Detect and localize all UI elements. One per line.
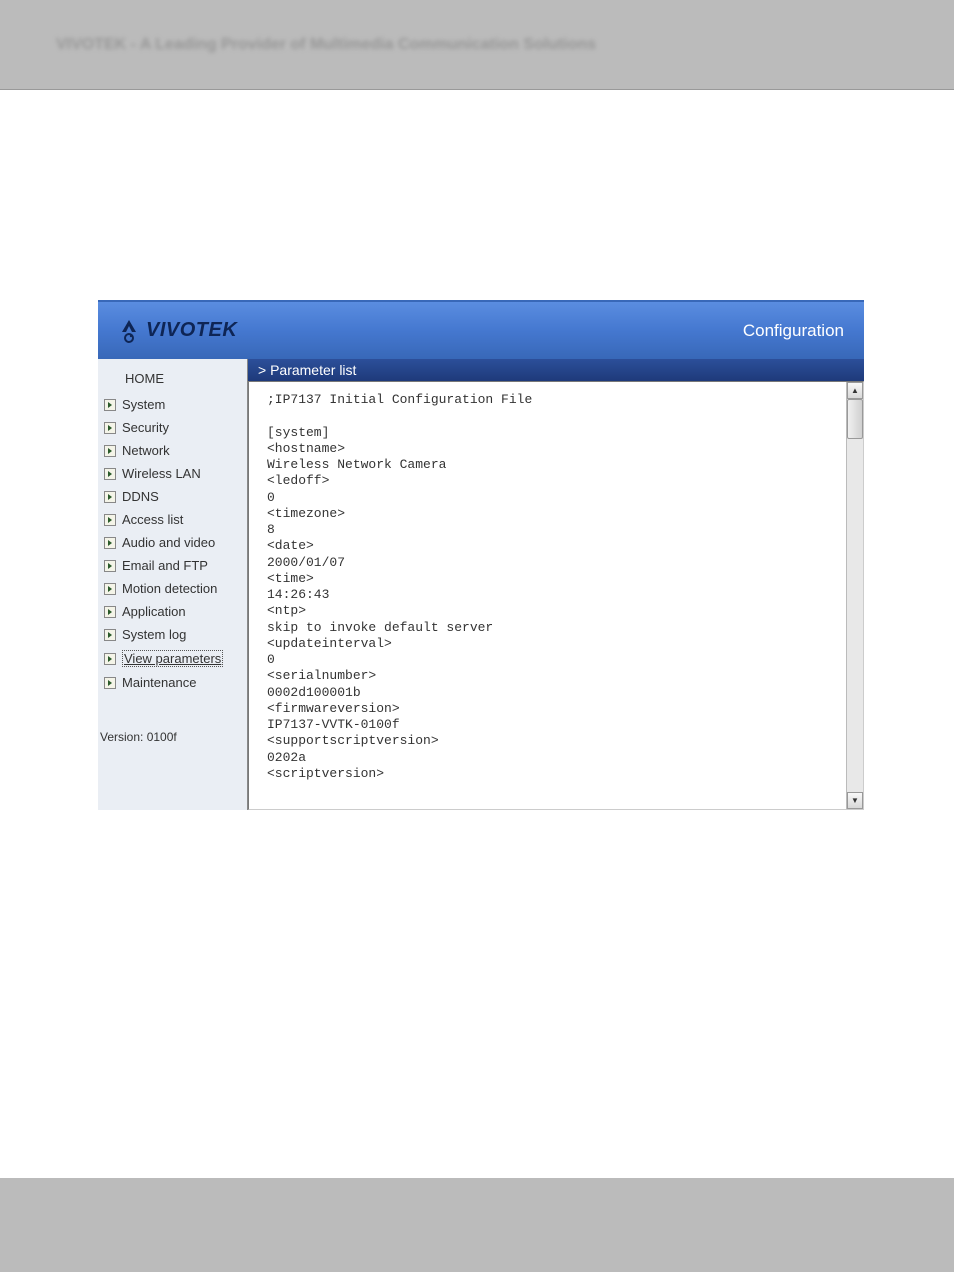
sidebar-item-label: Motion detection — [122, 581, 217, 596]
arrow-bullet-icon — [104, 606, 116, 618]
arrow-bullet-icon — [104, 468, 116, 480]
sidebar-item-label: Application — [122, 604, 186, 619]
arrow-bullet-icon — [104, 677, 116, 689]
vertical-scrollbar[interactable]: ▲ ▼ — [846, 382, 863, 809]
sidebar-item-system[interactable]: System — [98, 393, 247, 416]
sidebar-item-view-parameters[interactable]: View parameters — [98, 646, 247, 671]
arrow-bullet-icon — [104, 422, 116, 434]
version-label: Version: 0100f — [98, 722, 247, 752]
logo-area: VIVOTEK — [116, 318, 237, 344]
arrow-bullet-icon — [104, 445, 116, 457]
sidebar-item-label: View parameters — [122, 650, 223, 667]
body-area: HOME System Security Network Wireless LAN DD… — [98, 359, 864, 810]
arrow-bullet-icon — [104, 653, 116, 665]
sidebar-item-wireless-lan[interactable]: Wireless LAN — [98, 462, 247, 485]
sidebar-item-maintenance[interactable]: Maintenance — [98, 671, 247, 694]
sidebar-item-ddns[interactable]: DDNS — [98, 485, 247, 508]
page-header-band: VIVOTEK - A Leading Provider of Multimed… — [0, 0, 954, 90]
sidebar-item-label: Wireless LAN — [122, 466, 201, 481]
logo-text: VIVOTEK — [146, 319, 237, 342]
sidebar-item-motion-detection[interactable]: Motion detection — [98, 577, 247, 600]
sidebar-item-label: System — [122, 397, 165, 412]
sidebar-item-access-list[interactable]: Access list — [98, 508, 247, 531]
sidebar-item-label: Maintenance — [122, 675, 196, 690]
scroll-up-button[interactable]: ▲ — [847, 382, 863, 399]
sidebar-item-application[interactable]: Application — [98, 600, 247, 623]
sidebar-item-security[interactable]: Security — [98, 416, 247, 439]
arrow-bullet-icon — [104, 491, 116, 503]
sidebar-item-label: Access list — [122, 512, 183, 527]
page-footer-band — [0, 1178, 954, 1272]
page-header-text: VIVOTEK - A Leading Provider of Multimed… — [56, 36, 596, 54]
sidebar-item-label: Network — [122, 443, 170, 458]
content-area: > Parameter list ;IP7137 Initial Configu… — [248, 359, 864, 810]
sidebar-item-system-log[interactable]: System log — [98, 623, 247, 646]
sidebar-item-label: Security — [122, 420, 169, 435]
arrow-bullet-icon — [104, 629, 116, 641]
arrow-bullet-icon — [104, 560, 116, 572]
sidebar-item-label: Audio and video — [122, 535, 215, 550]
content-header: > Parameter list — [248, 359, 864, 381]
scroll-thumb[interactable] — [847, 399, 863, 439]
sidebar: HOME System Security Network Wireless LAN DD… — [98, 359, 248, 810]
arrow-bullet-icon — [104, 537, 116, 549]
sidebar-item-email-and-ftp[interactable]: Email and FTP — [98, 554, 247, 577]
sidebar-home-link[interactable]: HOME — [98, 364, 247, 393]
arrow-bullet-icon — [104, 514, 116, 526]
scroll-track[interactable] — [847, 399, 863, 792]
arrow-bullet-icon — [104, 583, 116, 595]
main-content-area: VIVOTEK Configuration HOME System Securit… — [0, 90, 954, 810]
scroll-down-button[interactable]: ▼ — [847, 792, 863, 809]
sidebar-item-network[interactable]: Network — [98, 439, 247, 462]
sidebar-item-label: System log — [122, 627, 186, 642]
app-banner: VIVOTEK Configuration — [98, 302, 864, 359]
sidebar-item-label: DDNS — [122, 489, 159, 504]
parameter-list-body: ;IP7137 Initial Configuration File [syst… — [248, 381, 864, 810]
sidebar-item-label: Email and FTP — [122, 558, 208, 573]
arrow-bullet-icon — [104, 399, 116, 411]
parameter-text: ;IP7137 Initial Configuration File [syst… — [249, 382, 863, 792]
vivotek-logo-icon — [116, 318, 142, 344]
configuration-window: VIVOTEK Configuration HOME System Securit… — [98, 300, 864, 810]
sidebar-item-audio-and-video[interactable]: Audio and video — [98, 531, 247, 554]
page-title: Configuration — [743, 321, 844, 341]
